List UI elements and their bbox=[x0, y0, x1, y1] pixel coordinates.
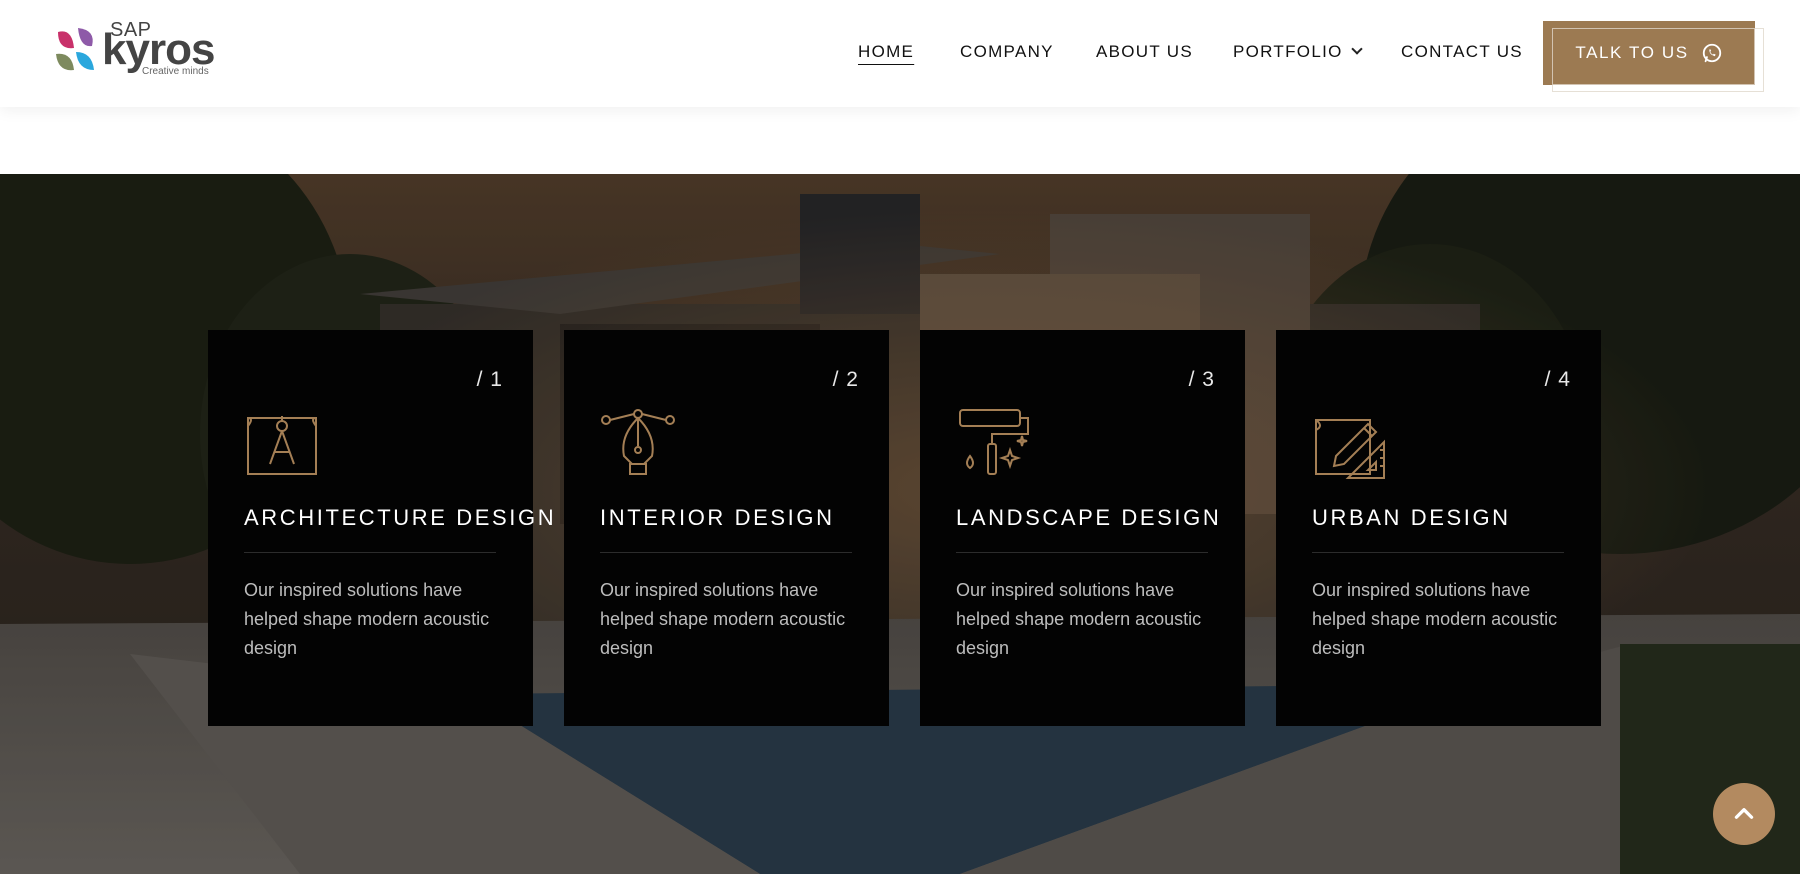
service-card[interactable]: / 2 INTERIOR DESIGN Our inspired solutio… bbox=[564, 330, 889, 726]
nav-about-us[interactable]: ABOUT US bbox=[1096, 42, 1193, 62]
talk-to-us-button[interactable]: TALK TO US bbox=[1543, 21, 1755, 85]
card-title: INTERIOR DESIGN bbox=[600, 505, 835, 530]
card-divider bbox=[1312, 552, 1564, 553]
card-divider bbox=[600, 552, 852, 553]
card-title: ARCHITECTURE DESIGN bbox=[244, 505, 557, 530]
plan-pencil-ruler-icon bbox=[1315, 419, 1385, 479]
nav-portfolio-label: PORTFOLIO bbox=[1233, 42, 1343, 61]
blueprint-compass-icon bbox=[247, 416, 317, 475]
scroll-to-top-button[interactable] bbox=[1713, 783, 1775, 845]
card-number: / 3 bbox=[1188, 368, 1215, 391]
talk-to-us-label: TALK TO US bbox=[1575, 43, 1689, 62]
card-description: Our inspired solutions have helped shape… bbox=[1312, 580, 1558, 658]
service-card[interactable]: / 4 URBAN DESIGN Our inspired solutions … bbox=[1276, 330, 1601, 726]
card-description: Our inspired solutions have helped shape… bbox=[600, 580, 846, 658]
nav-company[interactable]: COMPANY bbox=[960, 42, 1054, 62]
card-divider bbox=[244, 552, 496, 553]
card-title: LANDSCAPE DESIGN bbox=[956, 505, 1222, 530]
card-number: / 2 bbox=[832, 368, 859, 391]
card-number: / 1 bbox=[476, 368, 503, 391]
card-number: / 4 bbox=[1544, 368, 1571, 391]
paint-roller-icon bbox=[959, 409, 1029, 475]
butterfly-logo-icon bbox=[56, 28, 94, 71]
card-description: Our inspired solutions have helped shape… bbox=[956, 580, 1202, 658]
chevron-down-icon bbox=[1350, 43, 1363, 55]
pen-tool-icon bbox=[601, 409, 675, 475]
nav-portfolio[interactable]: PORTFOLIO bbox=[1233, 42, 1363, 62]
whatsapp-icon bbox=[1702, 43, 1721, 63]
card-description: Our inspired solutions have helped shape… bbox=[244, 580, 490, 658]
chevron-up-icon bbox=[1734, 808, 1754, 819]
card-title: URBAN DESIGN bbox=[1312, 505, 1511, 530]
brand-logo[interactable]: SAP kyros Creative minds bbox=[52, 20, 222, 80]
nav-contact-us[interactable]: CONTACT US bbox=[1401, 42, 1523, 62]
nav-home[interactable]: HOME bbox=[858, 42, 914, 62]
service-card[interactable]: / 1 ARCHITECTURE DESIGN Our inspired sol… bbox=[208, 330, 554, 726]
logo-tagline: Creative minds bbox=[142, 66, 209, 77]
site-header: SAP kyros Creative minds HOME COMPANY AB… bbox=[0, 0, 1800, 107]
card-divider bbox=[956, 552, 1208, 553]
service-card[interactable]: / 3 LANDSCAPE DESIGN Our inspired soluti… bbox=[920, 330, 1245, 726]
